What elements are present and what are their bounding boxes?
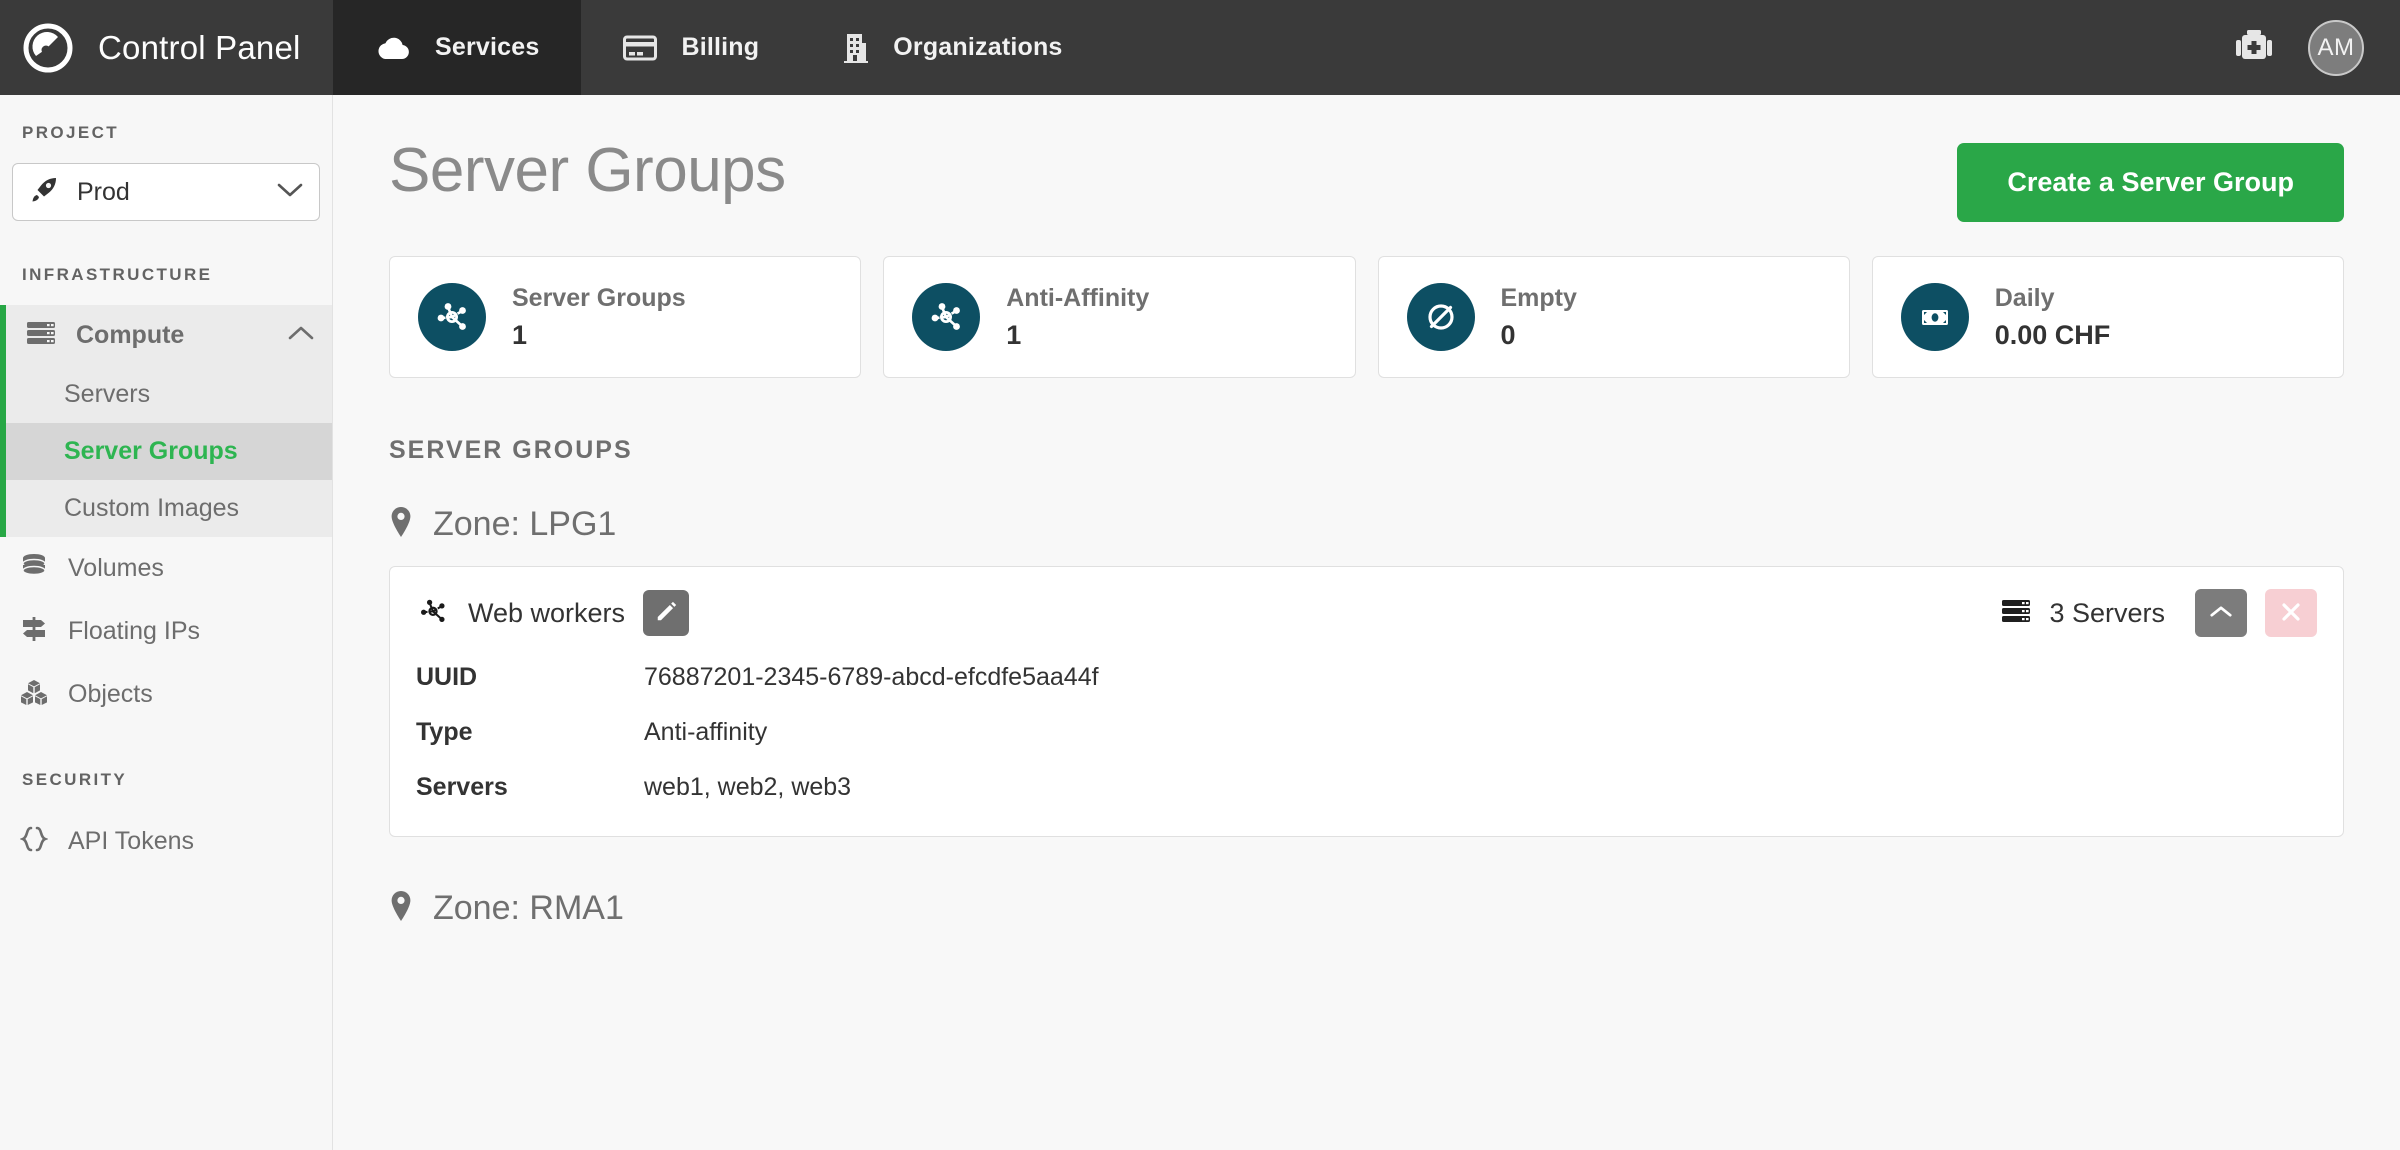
sidebar-section-security: SECURITY [22,770,128,789]
stat-value: 0 [1500,319,1516,350]
sidebar-item-server-groups[interactable]: Server Groups [6,423,332,480]
sidebar-item-volumes[interactable]: Volumes [0,537,332,600]
tab-organizations-label: Organizations [893,33,1063,61]
sidebar-section-infrastructure: INFRASTRUCTURE [22,265,213,284]
stat-label: Anti-Affinity [1006,283,1150,312]
server-group-card-header: Web workers 3 Servers [416,589,2317,637]
building-icon [843,33,869,63]
stat-label: Server Groups [512,283,686,312]
section-title-server-groups: SERVER GROUPS [389,436,633,464]
app-root: Control Panel Services Billing Organizat… [0,0,2400,1150]
field-key: UUID [416,663,478,691]
brand-area[interactable]: Control Panel [0,0,333,95]
stat-card-empty: Empty 0 [1377,256,1850,378]
server-count-label: 3 Servers [2049,597,2165,628]
sidebar-item-api-tokens-label: API Tokens [68,827,195,855]
cloud-icon [375,35,411,61]
server-group-card-actions: 3 Servers [2001,589,2317,637]
field-key: Servers [416,773,508,801]
sidebar-group-compute: Compute Servers Server Groups Custom Ima… [0,305,332,537]
zone-name: Zone: RMA1 [433,889,624,927]
code-braces-icon [19,826,49,857]
empty-slash-icon [1406,283,1475,351]
top-right-actions: AM [2234,0,2400,95]
edit-server-group-button[interactable] [643,590,690,636]
zone-name: Zone: LPG1 [433,505,617,543]
credit-card-icon [623,35,658,61]
stat-card-server-groups: Server Groups 1 [389,256,862,378]
sidebar-item-custom-images[interactable]: Custom Images [6,480,332,537]
server-group-card: Web workers 3 Servers UUID 76887201-2345… [389,566,2344,837]
chevron-down-icon [277,182,303,203]
pencil-icon [655,601,677,626]
sidebar-item-objects-label: Objects [68,680,153,708]
tab-billing-label: Billing [681,33,760,61]
tab-billing[interactable]: Billing [581,0,801,95]
collapse-server-group-button[interactable] [2195,589,2247,637]
banknote-icon [1900,283,1969,351]
stat-card-daily: Daily 0.00 CHF [1871,256,2344,378]
page-title: Server Groups [389,136,786,205]
stat-cards: Server Groups 1 Anti-Affinity 1 Empty 0 … [389,256,2344,378]
field-row-servers: Servers web1, web2, web3 [416,773,2317,802]
chevron-up-icon [288,325,314,346]
server-group-name: Web workers [468,597,626,628]
tab-services-label: Services [435,33,540,61]
sidebar-item-api-tokens[interactable]: API Tokens [0,810,332,873]
network-nodes-icon [416,595,450,631]
chevron-up-icon [2209,604,2233,622]
avatar[interactable]: AM [2308,19,2364,76]
field-value: web1, web2, web3 [644,773,852,801]
stat-label: Daily [1994,283,2055,312]
delete-server-group-button[interactable] [2265,589,2317,637]
page-header: Server Groups Create a Server Group [389,135,2344,222]
sidebar-item-floating-ips[interactable]: Floating IPs [0,600,332,663]
project-name: Prod [77,177,130,206]
stat-label: Empty [1500,283,1577,312]
zone-heading-lpg1: Zone: LPG1 [389,505,2344,544]
field-value: 76887201-2345-6789-abcd-efcdfe5aa44f [644,663,1099,691]
tab-services[interactable]: Services [333,0,582,95]
tab-organizations[interactable]: Organizations [801,0,1104,95]
project-selector[interactable]: Prod [12,163,320,221]
server-rack-icon [2001,599,2031,628]
sidebar-item-objects[interactable]: Objects [0,663,332,726]
stat-card-anti-affinity: Anti-Affinity 1 [883,256,1356,378]
map-pin-icon [389,506,413,543]
main-content: Server Groups Create a Server Group Serv… [333,95,2400,1150]
gauge-logo-icon [22,22,74,74]
rocket-icon [29,175,59,210]
first-aid-kit-icon[interactable] [2234,29,2274,66]
nav-tabs: Services Billing Organizations [333,0,1105,95]
cubes-icon [20,679,48,710]
sidebar-item-compute[interactable]: Compute [6,305,332,366]
zone-heading-rma1: Zone: RMA1 [389,889,2344,928]
network-nodes-icon [912,283,981,351]
field-key: Type [416,718,473,746]
page-body: PROJECT Prod INFRASTRUCTURE Compute Serv… [0,95,2400,1150]
brand-title: Control Panel [98,28,301,66]
create-server-group-button[interactable]: Create a Server Group [1957,143,2344,222]
sidebar-item-volumes-label: Volumes [68,554,164,582]
sidebar-item-compute-label: Compute [76,321,185,349]
stat-value: 1 [512,319,528,350]
field-row-type: Type Anti-affinity [416,718,2317,747]
stat-value: 1 [1006,319,1022,350]
network-nodes-icon [418,283,486,351]
sidebar-section-project: PROJECT [22,123,120,142]
map-pin-icon [389,890,413,927]
sidebar-item-servers[interactable]: Servers [6,366,332,423]
signpost-icon [20,616,48,647]
stat-value: 0.00 CHF [1994,319,2111,350]
field-row-uuid: UUID 76887201-2345-6789-abcd-efcdfe5aa44… [416,663,2317,692]
sidebar-item-floating-ips-label: Floating IPs [68,617,201,645]
sidebar: PROJECT Prod INFRASTRUCTURE Compute Serv… [0,95,333,1150]
close-x-icon [2280,601,2302,626]
top-navigation-bar: Control Panel Services Billing Organizat… [0,0,2400,95]
server-rack-icon [26,321,56,350]
field-value: Anti-affinity [644,718,768,746]
database-icon [20,553,48,584]
